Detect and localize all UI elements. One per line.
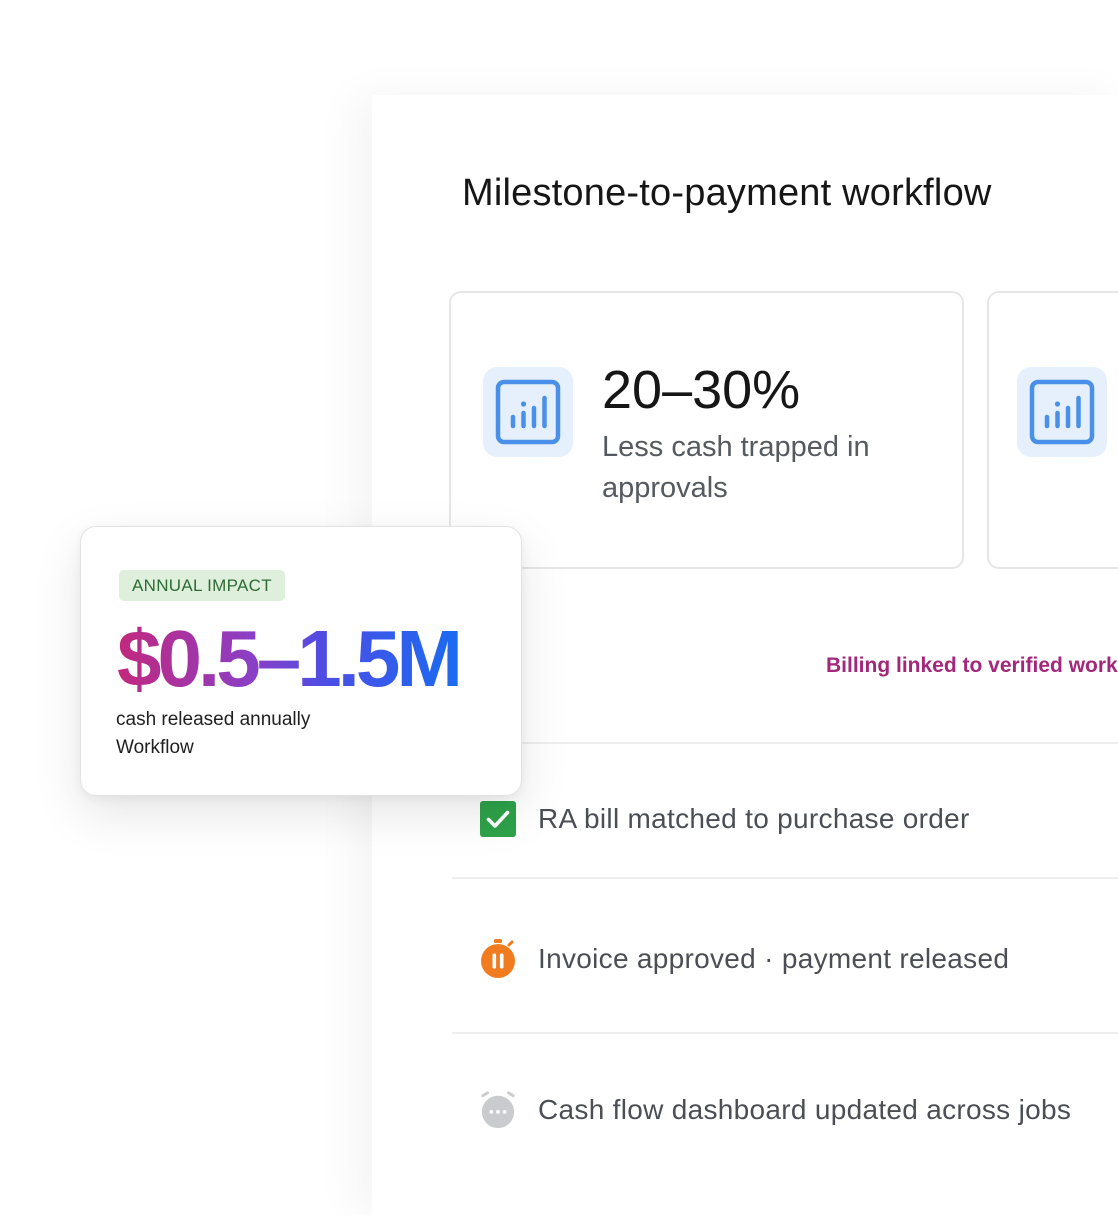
divider — [452, 1032, 1118, 1034]
pause-timer-icon — [479, 939, 517, 978]
check-icon — [479, 800, 517, 838]
annual-impact-badge: ANNUAL IMPACT — [119, 570, 285, 601]
bar-chart-icon — [1029, 379, 1095, 445]
stat-icon-tile — [1017, 367, 1107, 457]
stat-icon-tile — [483, 367, 573, 457]
divider — [452, 742, 1118, 744]
stat-card-partial — [987, 291, 1118, 569]
impact-source: Workflow — [116, 737, 194, 758]
workflow-step-label: Cash flow dashboard updated across jobs — [538, 1094, 1072, 1125]
bar-chart-icon — [495, 379, 561, 445]
workflow-step-invoice: Invoice approved · payment released — [479, 939, 1010, 978]
impact-caption: cash released annually — [116, 709, 311, 730]
billing-status-label: Billing linked to verified work — [826, 654, 1118, 677]
workflow-step-dashboard: Cash flow dashboard updated across jobs — [479, 1091, 1071, 1129]
stat-label: Less cash trapped in approvals — [602, 431, 870, 504]
impact-value: $0.5–1.5M — [117, 611, 463, 707]
workflow-title: Milestone-to-payment workflow — [462, 172, 992, 214]
annual-impact-card: ANNUAL IMPACT $0.5–1.5M cash released an… — [80, 526, 522, 796]
stat-value: 20–30% — [602, 360, 801, 420]
workflow-step-label: Invoice approved · payment released — [538, 943, 1010, 974]
divider — [452, 877, 1118, 879]
pending-timer-icon — [479, 1091, 517, 1129]
stat-card: 20–30% Less cash trapped in approvals — [449, 291, 964, 569]
workflow-step-ra-bill: RA bill matched to purchase order — [479, 800, 970, 838]
workflow-step-label: RA bill matched to purchase order — [538, 803, 970, 834]
